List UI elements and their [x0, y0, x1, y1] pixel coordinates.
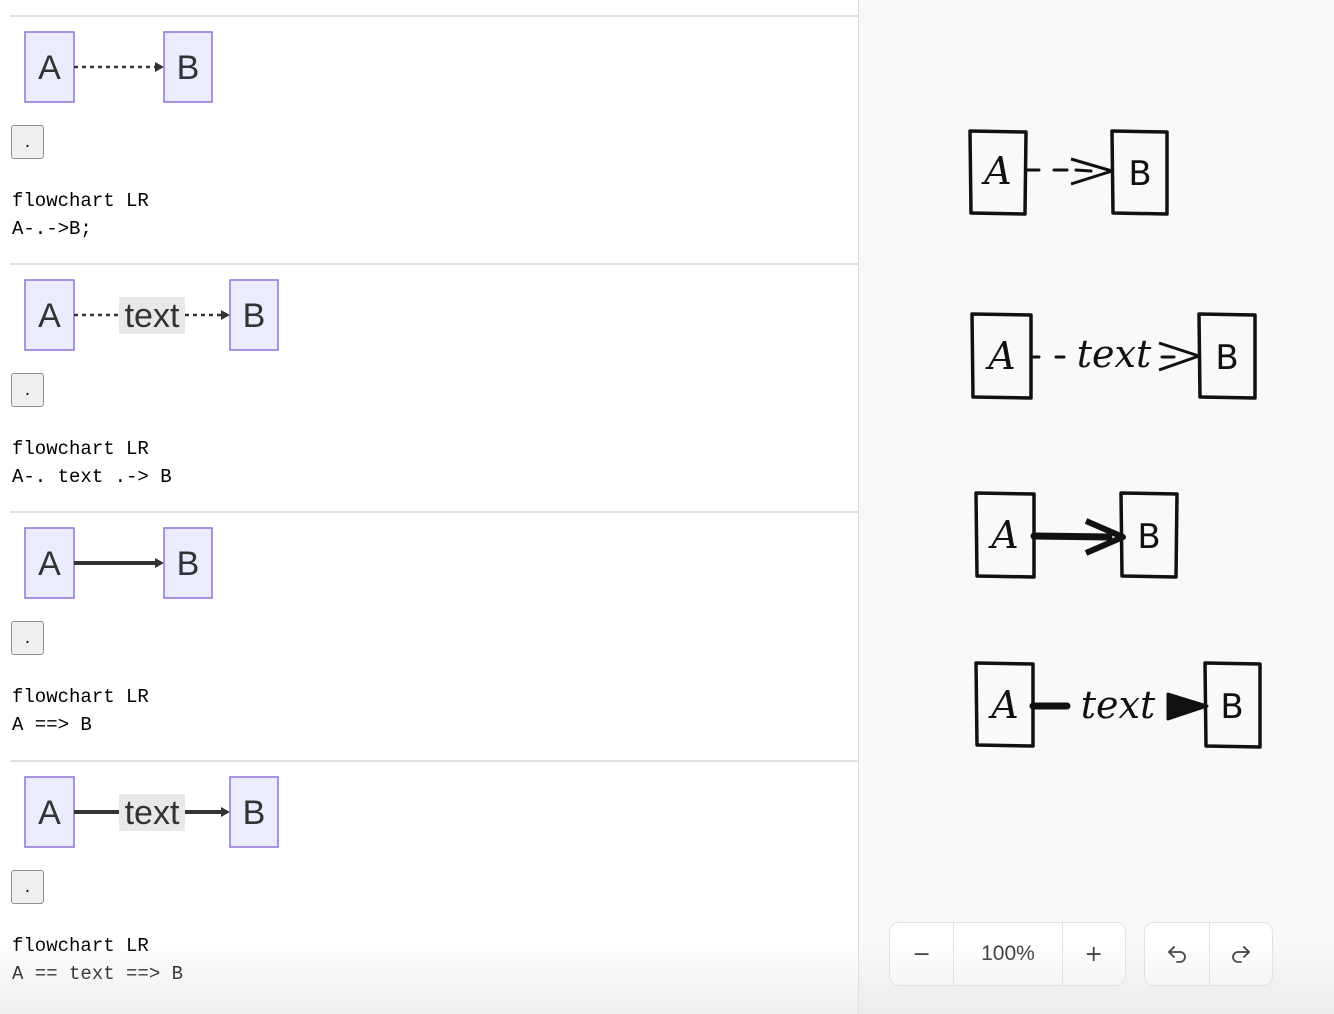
- zoom-in-button[interactable]: +: [1063, 923, 1125, 985]
- sketch-diagrams: A B A text B A B A text B: [968, 129, 1262, 749]
- sketch-node-b-label: B: [1220, 687, 1243, 727]
- sketch-diagram-thick[interactable]: A B: [974, 491, 1179, 579]
- node-b-label: B: [177, 545, 200, 583]
- sketch-diagram-dotted[interactable]: A B: [968, 129, 1169, 216]
- node-a-label: A: [38, 794, 61, 832]
- node-b-label: B: [177, 49, 200, 87]
- zoom-level-display[interactable]: 100%: [954, 923, 1063, 985]
- undo-button[interactable]: [1145, 923, 1210, 985]
- plus-icon: +: [1084, 941, 1103, 967]
- mermaid-preview-thick-text: A text B: [24, 776, 279, 848]
- sketch-node-b-label: B: [1137, 517, 1160, 557]
- zoom-controls: − 100% +: [889, 922, 1126, 986]
- sketch-arrowhead: [1166, 692, 1209, 721]
- code-line-2: A-.->B;: [12, 218, 92, 240]
- mermaid-preview-dotted-text: A text B: [24, 279, 279, 351]
- example-card-dotted: A B . flowchart LR A-.->B;: [10, 15, 859, 263]
- undo-icon: [1167, 946, 1186, 963]
- sketch-node-b-label: B: [1128, 154, 1151, 194]
- redo-button[interactable]: [1210, 923, 1273, 985]
- arrowhead: [221, 807, 230, 817]
- arrowhead: [155, 558, 164, 568]
- code-line-2: A ==> B: [12, 714, 92, 736]
- render-button[interactable]: .: [11, 621, 44, 655]
- node-b-label: B: [243, 794, 266, 832]
- arrowhead: [221, 310, 230, 320]
- code-line-1: flowchart LR: [12, 438, 149, 460]
- code-snippet: flowchart LR A == text ==> B: [12, 932, 183, 988]
- sketch-diagram-dotted-text[interactable]: A text B: [970, 312, 1257, 400]
- code-line-1: flowchart LR: [12, 686, 149, 708]
- arrowhead: [155, 62, 164, 72]
- sketch-edge-label: text: [1081, 683, 1156, 727]
- example-card-dotted-text: A text B . flowchart LR A-. text .-> B: [10, 263, 859, 511]
- node-a-label: A: [38, 297, 61, 335]
- code-line-1: flowchart LR: [12, 190, 149, 212]
- examples-panel: A B . flowchart LR A-.->B; A text B . fl…: [0, 0, 859, 1014]
- example-card-thick: A B . flowchart LR A ==> B: [10, 511, 859, 759]
- drawing-canvas[interactable]: A B A text B A B A text B: [859, 0, 1334, 1014]
- code-snippet: flowchart LR A-.->B;: [12, 187, 149, 243]
- code-line-1: flowchart LR: [12, 935, 149, 957]
- redo-icon: [1231, 946, 1250, 963]
- minus-icon: −: [912, 941, 931, 967]
- mermaid-preview-dotted: A B: [24, 31, 213, 103]
- sketch-node-a-label: A: [981, 149, 1011, 193]
- code-snippet: flowchart LR A ==> B: [12, 683, 149, 739]
- render-button[interactable]: .: [11, 870, 44, 904]
- render-button[interactable]: .: [11, 125, 44, 159]
- history-controls: [1144, 922, 1273, 986]
- node-a-label: A: [38, 49, 61, 87]
- edge-label: text: [125, 794, 180, 832]
- sketch-thick-edge: [1030, 532, 1113, 541]
- sketch-node-a-label: A: [988, 683, 1018, 727]
- code-snippet: flowchart LR A-. text .-> B: [12, 435, 172, 491]
- sketch-dashed-edge: [1024, 168, 1093, 173]
- render-button[interactable]: .: [11, 373, 44, 407]
- zoom-out-button[interactable]: −: [890, 923, 955, 985]
- sketch-diagram-thick-text[interactable]: A text B: [974, 661, 1262, 749]
- code-line-2: A == text ==> B: [12, 963, 184, 985]
- previous-card-edge: [10, 0, 859, 16]
- sketch-node-b-label: B: [1215, 338, 1238, 378]
- example-card-thick-text: A text B . flowchart LR A == text ==> B: [10, 760, 859, 1008]
- sketch-node-a-label: A: [985, 334, 1015, 378]
- code-line-2: A-. text .-> B: [12, 466, 172, 488]
- sketch-edge-label: text: [1077, 332, 1152, 376]
- node-b-label: B: [243, 297, 266, 335]
- mermaid-preview-thick: A B: [24, 527, 213, 599]
- edge-label: text: [125, 297, 180, 335]
- sketch-node-a-label: A: [988, 513, 1018, 557]
- node-a-label: A: [38, 545, 61, 583]
